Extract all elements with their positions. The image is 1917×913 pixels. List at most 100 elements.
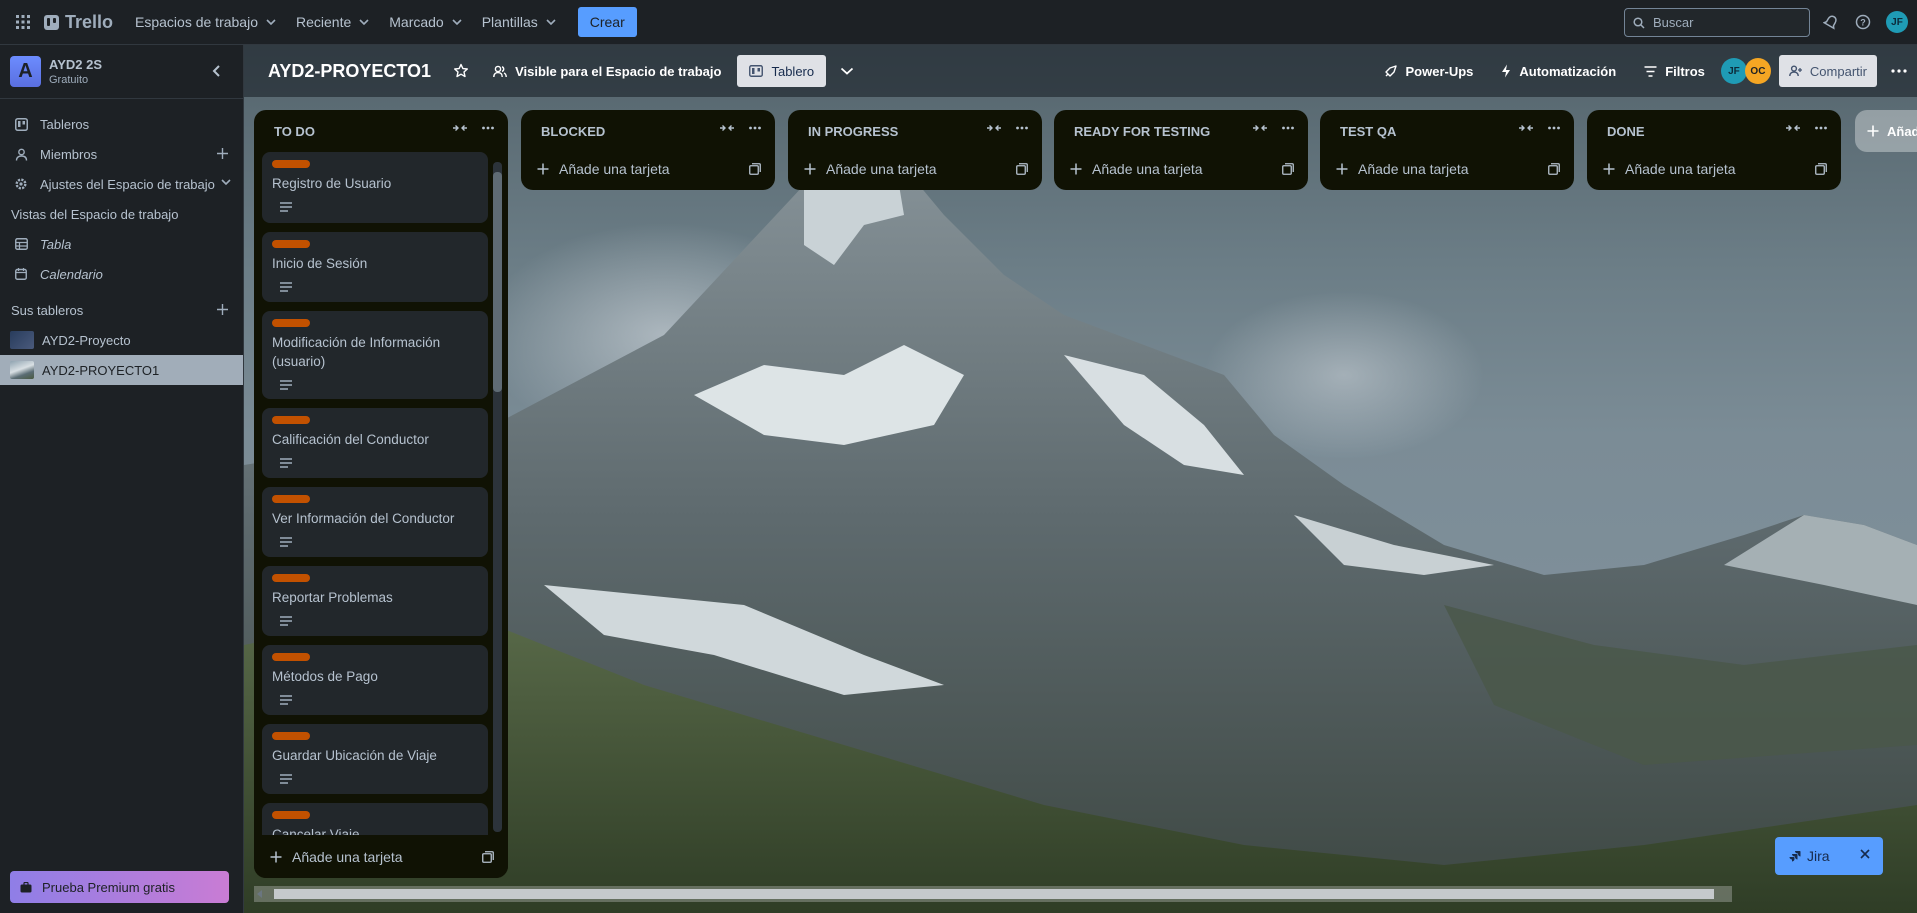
add-card-button[interactable]: Añade una tarjeta xyxy=(1320,152,1574,186)
list-title[interactable]: BLOCKED xyxy=(541,124,605,139)
list-title[interactable]: TO DO xyxy=(274,124,315,139)
collapse-list-icon[interactable] xyxy=(1785,123,1801,133)
list-header[interactable]: READY FOR TESTING xyxy=(1054,110,1308,152)
add-card-button[interactable]: Añade una tarjeta xyxy=(254,836,508,878)
create-from-template-icon[interactable] xyxy=(1815,163,1827,175)
list-todo: TO DO Registro de Usuario Inicio de Sesi… xyxy=(254,110,508,878)
collapse-list-icon[interactable] xyxy=(452,123,468,133)
user-avatar[interactable]: JF xyxy=(1886,11,1908,33)
search-input[interactable] xyxy=(1653,15,1793,30)
add-card-button[interactable]: Añade una tarjeta xyxy=(1587,152,1841,186)
sidebar-item-table-view[interactable]: Tabla xyxy=(0,229,243,259)
more-options-icon[interactable] xyxy=(1891,69,1907,73)
board-view-button[interactable]: Tablero xyxy=(737,55,827,87)
card-label[interactable] xyxy=(272,653,310,661)
card[interactable]: Reportar Problemas xyxy=(262,566,488,636)
workspace-avatar[interactable]: A xyxy=(10,56,41,87)
list-title[interactable]: DONE xyxy=(1607,124,1645,139)
list-actions-icon[interactable] xyxy=(1548,126,1560,130)
workspace-name[interactable]: AYD2 2S xyxy=(49,57,102,72)
visibility-button[interactable]: Visible para el Espacio de trabajo xyxy=(485,55,729,87)
card-label[interactable] xyxy=(272,732,310,740)
list-scrollbar[interactable] xyxy=(493,172,502,392)
sidebar-item-settings[interactable]: Ajustes del Espacio de trabajo xyxy=(0,169,243,199)
premium-trial-button[interactable]: Prueba Premium gratis xyxy=(10,871,229,903)
sidebar-item-members[interactable]: Miembros xyxy=(0,139,243,169)
scroll-left-arrow-icon[interactable] xyxy=(256,890,264,898)
create-from-template-icon[interactable] xyxy=(1282,163,1294,175)
collapse-list-icon[interactable] xyxy=(986,123,1002,133)
menu-workspaces[interactable]: Espacios de trabajo xyxy=(125,6,286,38)
chevron-down-icon[interactable] xyxy=(840,67,854,75)
sidebar-item-calendar-view[interactable]: Calendario xyxy=(0,259,243,289)
list-title[interactable]: IN PROGRESS xyxy=(808,124,898,139)
card-label[interactable] xyxy=(272,495,310,503)
card[interactable]: Guardar Ubicación de Viaje xyxy=(262,724,488,794)
help-icon[interactable]: ? xyxy=(1853,12,1873,32)
add-card-button[interactable]: Añade una tarjeta xyxy=(788,152,1042,186)
list-title[interactable]: TEST QA xyxy=(1340,124,1396,139)
app-switcher-icon[interactable] xyxy=(12,11,34,33)
collapse-list-icon[interactable] xyxy=(719,123,735,133)
filters-button[interactable]: Filtros xyxy=(1636,55,1713,87)
card-label[interactable] xyxy=(272,811,310,819)
card[interactable]: Calificación del Conductor xyxy=(262,408,488,478)
search-box[interactable] xyxy=(1624,8,1810,37)
card-label[interactable] xyxy=(272,574,310,582)
share-button[interactable]: Compartir xyxy=(1778,55,1877,87)
list-header[interactable]: IN PROGRESS xyxy=(788,110,1042,152)
list-header[interactable]: TEST QA xyxy=(1320,110,1574,152)
card-label[interactable] xyxy=(272,240,310,248)
card[interactable]: Métodos de Pago xyxy=(262,645,488,715)
list-actions-icon[interactable] xyxy=(1815,126,1827,130)
list-actions-icon[interactable] xyxy=(1016,126,1028,130)
menu-starred[interactable]: Marcado xyxy=(379,6,471,38)
collapse-list-icon[interactable] xyxy=(1518,123,1534,133)
list-header[interactable]: BLOCKED xyxy=(521,110,775,152)
list-actions-icon[interactable] xyxy=(749,126,761,130)
card[interactable]: Registro de Usuario xyxy=(262,152,488,223)
sidebar-item-boards[interactable]: Tableros xyxy=(0,109,243,139)
list-title[interactable]: READY FOR TESTING xyxy=(1074,124,1210,139)
card[interactable]: Ver Información del Conductor xyxy=(262,487,488,557)
jira-widget[interactable]: Jira xyxy=(1775,837,1883,875)
create-from-template-icon[interactable] xyxy=(482,851,494,863)
sidebar-board-ayd2-proyecto[interactable]: AYD2-Proyecto xyxy=(0,325,243,355)
powerups-button[interactable]: Power-Ups xyxy=(1376,55,1481,87)
list-header[interactable]: TO DO xyxy=(254,110,508,152)
add-person-icon xyxy=(1789,65,1802,77)
collapse-list-icon[interactable] xyxy=(1252,123,1268,133)
list-actions-icon[interactable] xyxy=(1282,126,1294,130)
add-card-button[interactable]: Añade una tarjeta xyxy=(1054,152,1308,186)
list-header[interactable]: DONE xyxy=(1587,110,1841,152)
add-list-button[interactable]: Añadir otra lista xyxy=(1855,110,1917,152)
card[interactable]: Modificación de Información (usuario) xyxy=(262,311,488,399)
card-label[interactable] xyxy=(272,416,310,424)
menu-recent[interactable]: Reciente xyxy=(286,6,379,38)
close-icon[interactable] xyxy=(1859,848,1871,860)
card[interactable]: Inicio de Sesión xyxy=(262,232,488,302)
card[interactable]: Cancelar Viaje xyxy=(262,803,488,835)
board-horizontal-scrollbar[interactable] xyxy=(254,886,1732,902)
member-avatar[interactable]: OC xyxy=(1744,58,1771,84)
scrollbar-thumb[interactable] xyxy=(274,889,1714,899)
automation-button[interactable]: Automatización xyxy=(1493,55,1624,87)
add-member-icon[interactable] xyxy=(216,147,229,160)
create-from-template-icon[interactable] xyxy=(1016,163,1028,175)
board-title[interactable]: AYD2-PROYECTO1 xyxy=(268,61,431,82)
trello-logo[interactable]: Trello xyxy=(44,12,113,33)
add-card-button[interactable]: Añade una tarjeta xyxy=(521,152,775,186)
member-avatar[interactable]: JF xyxy=(1720,58,1747,84)
notifications-icon[interactable] xyxy=(1821,12,1841,32)
card-label[interactable] xyxy=(272,160,310,168)
menu-templates[interactable]: Plantillas xyxy=(472,6,566,38)
list-actions-icon[interactable] xyxy=(482,126,494,130)
add-board-icon[interactable] xyxy=(216,303,229,316)
star-icon[interactable] xyxy=(453,63,469,79)
create-from-template-icon[interactable] xyxy=(1548,163,1560,175)
collapse-sidebar-icon[interactable] xyxy=(209,63,225,79)
create-button[interactable]: Crear xyxy=(577,7,637,37)
sidebar-board-ayd2-proyecto1[interactable]: AYD2-PROYECTO1 xyxy=(0,355,243,385)
card-label[interactable] xyxy=(272,319,310,327)
create-from-template-icon[interactable] xyxy=(749,163,761,175)
